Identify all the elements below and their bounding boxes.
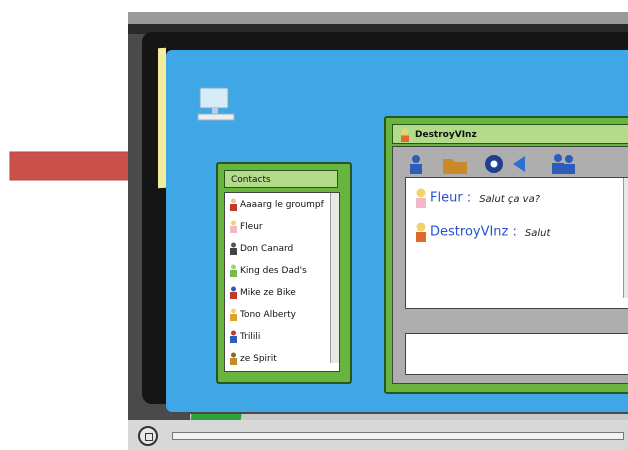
destroyvinz-avatar-icon <box>414 222 428 242</box>
contact-name: Trilili <box>240 332 261 342</box>
screen-edge <box>158 47 166 189</box>
contact-name: Mike ze Bike <box>240 288 296 298</box>
contact-item[interactable]: ze Spirit <box>229 349 333 369</box>
person-icon <box>229 198 238 211</box>
contact-name: Fleur <box>240 222 263 232</box>
group-icon[interactable] <box>549 153 577 175</box>
person-icon[interactable] <box>405 153 427 175</box>
fleur-avatar-icon <box>414 188 428 208</box>
contacts-window: Contacts Aaaarg le groumpf Fleur Don Can… <box>216 162 352 384</box>
contact-item[interactable]: Mike ze Bike <box>229 283 333 303</box>
contact-name: King des Dad's <box>240 266 307 276</box>
person-icon <box>229 308 238 321</box>
frame-top-bar <box>128 12 628 24</box>
history-scrollbar[interactable] <box>623 178 628 298</box>
chat-message: Fleur : Salut ça va? <box>414 188 540 208</box>
contact-name: Aaaarg le groumpf <box>240 200 324 210</box>
sound-icon[interactable] <box>509 153 531 175</box>
chat-window: DestroyVInz Fleur : Salut ça va? Destroy… <box>384 116 628 394</box>
contacts-title: Contacts <box>224 170 338 188</box>
chat-message: DestroyVInz : Salut <box>414 222 550 242</box>
message-input[interactable] <box>405 333 628 375</box>
message-sender: Fleur : <box>430 190 472 206</box>
person-icon <box>229 242 238 255</box>
message-sender: DestroyVInz : <box>430 224 517 240</box>
chat-body: Fleur : Salut ça va? DestroyVInz : Salut <box>392 146 628 384</box>
video-controls <box>128 420 628 450</box>
stop-button[interactable] <box>138 426 158 446</box>
contacts-list: Aaaarg le groumpf Fleur Don Canard King … <box>224 192 340 372</box>
contact-name: Tono Alberty <box>240 310 297 320</box>
monitor-bezel: Contacts Aaaarg le groumpf Fleur Don Can… <box>142 32 628 436</box>
video-frame: Contacts Aaaarg le groumpf Fleur Don Can… <box>128 12 628 450</box>
chat-title-text: DestroyVInz <box>415 130 477 140</box>
contact-item[interactable]: Tono Alberty <box>229 305 333 325</box>
contact-item[interactable]: Trilili <box>229 327 333 347</box>
person-icon <box>229 286 238 299</box>
contact-item[interactable]: Aaaarg le groumpf <box>229 195 333 215</box>
progress-bar[interactable] <box>172 432 624 440</box>
message-text: Salut ça va? <box>479 193 541 205</box>
message-text: Salut <box>524 227 551 239</box>
webcam-icon[interactable] <box>483 153 505 175</box>
contact-item[interactable]: Fleur <box>229 217 333 237</box>
contact-item[interactable]: Don Canard <box>229 239 333 259</box>
person-icon <box>229 220 238 233</box>
desktop: Contacts Aaaarg le groumpf Fleur Don Can… <box>166 50 628 436</box>
contact-name: ze Spirit <box>240 354 277 364</box>
computer-icon[interactable] <box>196 86 236 124</box>
contact-item[interactable]: King des Dad's <box>229 261 333 281</box>
person-icon <box>229 352 238 365</box>
chat-title: DestroyVInz <box>392 124 628 144</box>
message-history: Fleur : Salut ça va? DestroyVInz : Salut <box>405 177 628 309</box>
person-icon <box>229 264 238 277</box>
chat-toolbar <box>399 151 628 177</box>
folder-icon[interactable] <box>441 153 469 175</box>
contact-name: Don Canard <box>240 244 294 254</box>
person-icon <box>229 330 238 343</box>
user-avatar-icon <box>401 128 409 142</box>
